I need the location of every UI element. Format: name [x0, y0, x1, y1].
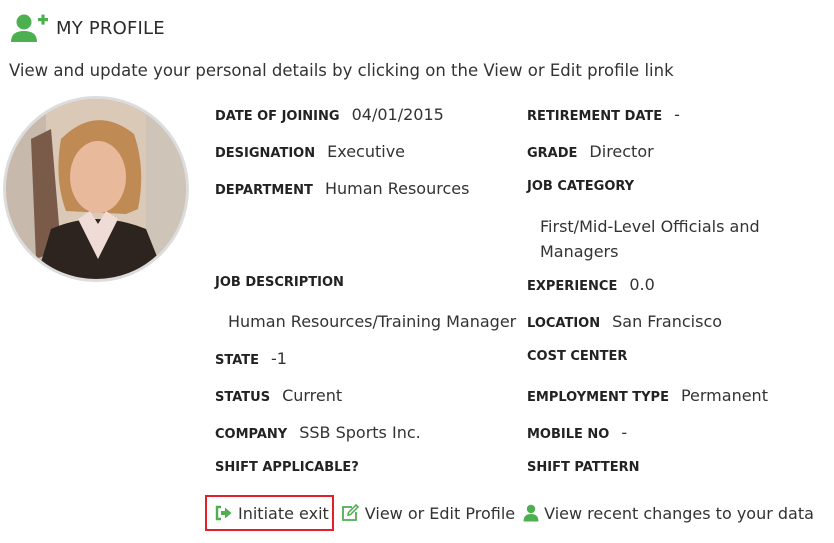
field-job-category: JOB CATEGORY — [527, 179, 634, 194]
field-value: Executive — [327, 142, 406, 161]
field-job-description: JOB DESCRIPTION — [215, 275, 344, 290]
sign-out-icon — [215, 505, 232, 521]
field-value: - — [621, 423, 628, 442]
field-date-of-joining: DATE OF JOINING 04/01/2015 — [215, 105, 444, 124]
edit-icon — [341, 504, 359, 521]
field-value: Current — [282, 386, 343, 405]
field-company: COMPANY SSB Sports Inc. — [215, 423, 421, 442]
view-edit-profile-link[interactable]: View or Edit Profile — [340, 504, 515, 523]
view-recent-changes-link[interactable]: View recent changes to your data — [523, 504, 814, 523]
field-value-job-category: First/Mid-Level Officials and Managers — [540, 217, 760, 261]
field-label: GRADE — [527, 146, 578, 161]
field-label: EMPLOYMENT TYPE — [527, 390, 669, 405]
initiate-exit-label: Initiate exit — [238, 503, 329, 523]
field-label: STATE — [215, 353, 260, 368]
field-location: LOCATION San Francisco — [527, 312, 722, 331]
field-shift-applicable: SHIFT APPLICABLE? — [215, 460, 359, 475]
field-designation: DESIGNATION Executive — [215, 142, 405, 161]
field-label: STATUS — [215, 390, 271, 405]
field-value: - — [674, 105, 680, 124]
field-grade: GRADE Director — [527, 142, 654, 161]
profile-avatar — [3, 96, 189, 282]
field-label: DEPARTMENT — [215, 183, 313, 198]
user-plus-icon — [11, 14, 48, 42]
field-label: JOB DESCRIPTION — [215, 275, 344, 290]
page-header: MY PROFILE — [10, 12, 165, 44]
field-value: 0.0 — [629, 275, 655, 294]
field-department: DEPARTMENT Human Resources — [215, 179, 469, 198]
field-label: EXPERIENCE — [527, 279, 618, 294]
user-icon — [523, 504, 539, 522]
field-value: San Francisco — [612, 312, 723, 331]
field-label: MOBILE NO — [527, 427, 610, 442]
field-experience: EXPERIENCE 0.0 — [527, 275, 655, 294]
field-label: SHIFT PATTERN — [527, 460, 640, 475]
field-label: SHIFT APPLICABLE? — [215, 460, 359, 475]
field-cost-center: COST CENTER — [527, 349, 627, 364]
field-value: Human Resources — [324, 179, 470, 198]
page-subtitle: View and update your personal details by… — [9, 61, 674, 80]
field-value: Permanent — [680, 386, 768, 405]
field-value: 04/01/2015 — [351, 105, 444, 124]
field-employment-type: EMPLOYMENT TYPE Permanent — [527, 386, 768, 405]
field-retirement-date: RETIREMENT DATE - — [527, 105, 680, 124]
page-title: MY PROFILE — [56, 17, 165, 39]
field-value: Director — [589, 142, 654, 161]
field-value-job-description: Human Resources/Training Manager — [228, 312, 517, 331]
field-value: SSB Sports Inc. — [299, 423, 421, 442]
field-value: -1 — [271, 349, 287, 368]
field-state: STATE -1 — [215, 349, 287, 368]
field-status: STATUS Current — [215, 386, 342, 405]
field-label: RETIREMENT DATE — [527, 109, 663, 124]
field-label: DATE OF JOINING — [215, 109, 340, 124]
profile-actions: Initiate exit View or Edit Profile View … — [205, 493, 822, 533]
view-edit-profile-label: View or Edit Profile — [364, 503, 516, 523]
field-label: JOB CATEGORY — [527, 179, 635, 194]
field-shift-pattern: SHIFT PATTERN — [527, 460, 640, 475]
field-label: DESIGNATION — [215, 146, 316, 161]
initiate-exit-link[interactable]: Initiate exit — [205, 495, 334, 531]
profile-photo — [6, 99, 186, 279]
view-recent-changes-label: View recent changes to your data — [544, 503, 814, 523]
field-label: COST CENTER — [527, 349, 628, 364]
field-label: LOCATION — [527, 316, 601, 331]
field-label: COMPANY — [215, 427, 288, 442]
field-mobile-no: MOBILE NO - — [527, 423, 627, 442]
